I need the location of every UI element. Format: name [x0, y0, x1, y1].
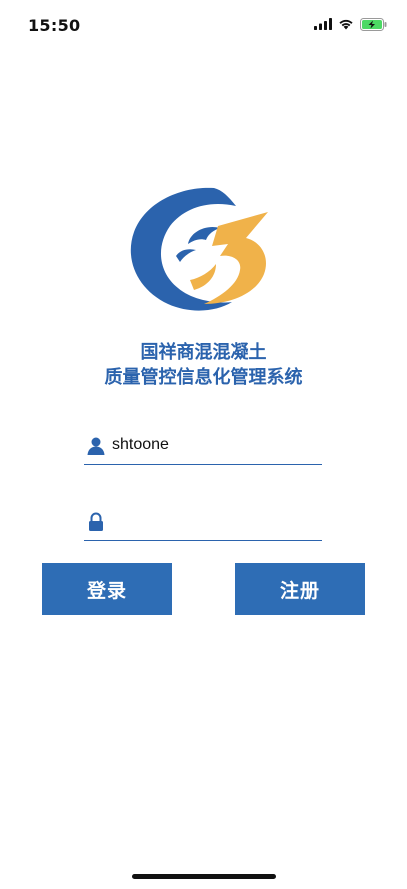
- status-time: 15:50: [28, 16, 81, 35]
- company-logo: [130, 187, 268, 311]
- password-field[interactable]: [84, 506, 322, 541]
- lock-icon: [89, 512, 103, 531]
- username-field[interactable]: shtoone: [84, 430, 322, 465]
- signal-icon: [314, 18, 332, 30]
- battery-charging-icon: [360, 17, 387, 31]
- app-title-line2: 质量管控信息化管理系统: [104, 367, 303, 388]
- status-icons: [314, 16, 387, 32]
- home-indicator[interactable]: [132, 874, 276, 879]
- wifi-icon: [339, 19, 353, 30]
- login-screen: 15:50 国祥商混混凝土 质量管控信息化管理系统 shtoone 登录 注册: [0, 0, 407, 889]
- status-bar: 15:50: [0, 0, 407, 48]
- login-button[interactable]: 登录: [42, 563, 172, 615]
- app-title-line1: 国祥商混混凝土: [140, 342, 267, 363]
- username-value[interactable]: shtoone: [112, 436, 169, 454]
- register-button[interactable]: 注册: [235, 563, 365, 615]
- user-icon: [87, 437, 105, 455]
